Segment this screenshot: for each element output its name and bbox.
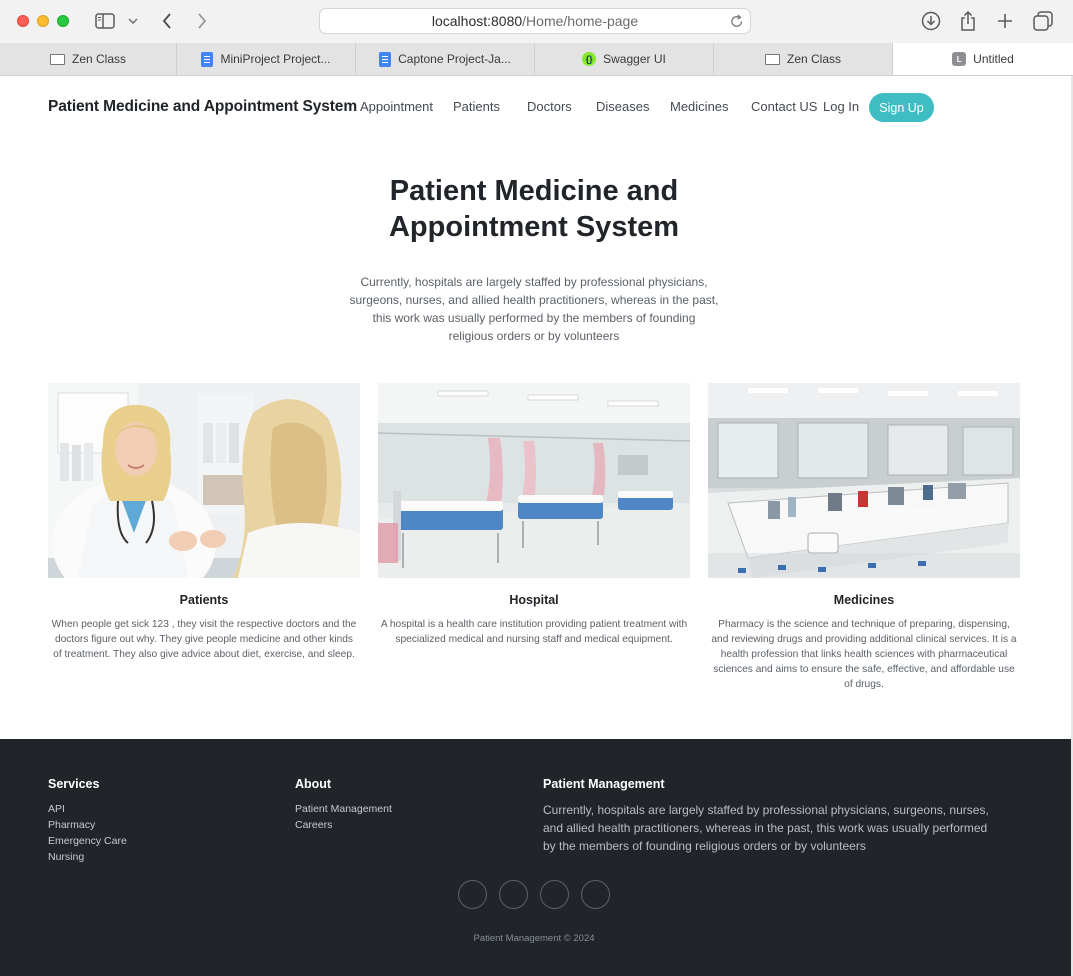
google-docs-icon xyxy=(379,51,392,67)
social-links xyxy=(458,880,610,909)
back-arrow-icon[interactable] xyxy=(158,11,176,31)
copyright-text: Patient Management © 2024 xyxy=(473,933,595,944)
tab-label: MiniProject Project... xyxy=(220,52,331,66)
tab-captone-project[interactable]: Captone Project-Ja... xyxy=(356,43,535,75)
nav-link-patients[interactable]: Patients xyxy=(453,99,527,114)
url-path: /Home/home-page xyxy=(522,13,639,29)
card-title-patients: Patients xyxy=(179,593,229,607)
card-text-hospital: A hospital is a health care institution … xyxy=(380,619,688,645)
footer-about-heading: About xyxy=(295,777,332,791)
hero-description: Currently, hospitals are largely staffed… xyxy=(349,275,719,343)
downloads-icon[interactable] xyxy=(920,11,942,31)
card-watermark: gettyimages xyxy=(898,506,941,515)
card-text-medicines: Pharmacy is the science and technique of… xyxy=(711,619,1017,690)
tab-label: Zen Class xyxy=(71,52,127,66)
footer-link-emergency-care[interactable]: Emergency Care xyxy=(48,833,127,849)
footer-services: Services API Pharmacy Emergency Care Nur… xyxy=(48,777,127,865)
tab-zen-class-2[interactable]: Zen Class xyxy=(714,43,893,75)
card-medicines: gettyimages Medicines Pharmacy is the sc… xyxy=(708,383,1020,692)
site-navbar: Patient Medicine and Appointment System … xyxy=(0,76,1071,140)
nav-link-diseases[interactable]: Diseases xyxy=(596,99,670,114)
social-icon-1[interactable] xyxy=(458,880,487,909)
letter-l-icon: L xyxy=(952,52,967,66)
footer-management-heading: Patient Management xyxy=(543,777,665,791)
zen-class-icon xyxy=(764,53,780,65)
card-text-patients: When people get sick 123 , they visit th… xyxy=(51,619,357,660)
google-docs-icon xyxy=(201,51,214,67)
tab-bar: Zen Class MiniProject Project... Captone… xyxy=(0,43,1073,76)
address-bar[interactable]: localhost:8080/Home/home-page xyxy=(319,8,751,34)
footer-link-patient-management[interactable]: Patient Management xyxy=(295,801,392,817)
footer-link-careers[interactable]: Careers xyxy=(295,817,392,833)
card-title-medicines: Medicines xyxy=(833,593,895,607)
share-icon[interactable] xyxy=(958,11,978,31)
card-hospital: Hospital A hospital is a health care ins… xyxy=(378,383,690,647)
zen-class-icon xyxy=(49,53,65,65)
login-link[interactable]: Log In xyxy=(823,99,859,114)
close-window-button[interactable] xyxy=(17,15,29,27)
tab-label: Captone Project-Ja... xyxy=(398,52,511,66)
tab-label: Swagger UI xyxy=(603,52,666,66)
footer-services-heading: Services xyxy=(48,777,100,791)
footer-management: Patient Management Currently, hospitals … xyxy=(543,777,1003,855)
footer-link-api[interactable]: API xyxy=(48,801,127,817)
social-icon-4[interactable] xyxy=(581,880,610,909)
tab-label: Untitled xyxy=(973,52,1014,66)
nav-link-appointment[interactable]: Appointment xyxy=(360,99,453,114)
web-page: Patient Medicine and Appointment System … xyxy=(0,76,1071,976)
tab-untitled[interactable]: L Untitled xyxy=(893,43,1073,75)
swagger-icon: {} xyxy=(582,52,597,66)
footer-about: About Patient Management Careers xyxy=(295,777,392,833)
site-footer: Services API Pharmacy Emergency Care Nur… xyxy=(0,739,1071,976)
nav-link-doctors[interactable]: Doctors xyxy=(527,99,596,114)
zoom-window-button[interactable] xyxy=(57,15,69,27)
hero-title-line-1: Patient Medicine and xyxy=(389,175,679,207)
minimize-window-button[interactable] xyxy=(37,15,49,27)
nav-link-contact-us[interactable]: Contact US xyxy=(751,99,817,114)
hospital-ward-photo xyxy=(378,383,690,578)
doctor-consultation-photo xyxy=(48,383,360,578)
tab-label: Zen Class xyxy=(786,52,842,66)
tab-zen-class-1[interactable]: Zen Class xyxy=(0,43,177,75)
forward-arrow-icon[interactable] xyxy=(193,11,211,31)
reload-icon[interactable] xyxy=(730,13,744,32)
card-title-hospital: Hospital xyxy=(509,593,559,607)
footer-link-nursing[interactable]: Nursing xyxy=(48,849,127,865)
social-icon-3[interactable] xyxy=(540,880,569,909)
url-host: localhost:8080 xyxy=(431,13,523,29)
hero-title: Patient Medicine and Appointment System xyxy=(0,173,1068,245)
nav-links: Appointment Patients Doctors Diseases Me… xyxy=(360,99,817,114)
browser-titlebar: localhost:8080/Home/home-page xyxy=(0,0,1073,43)
site-brand[interactable]: Patient Medicine and Appointment System xyxy=(48,98,357,116)
chevron-down-icon[interactable] xyxy=(127,11,139,31)
nav-link-medicines[interactable]: Medicines xyxy=(670,99,751,114)
signup-button[interactable]: Sign Up xyxy=(869,93,934,122)
footer-link-pharmacy[interactable]: Pharmacy xyxy=(48,817,127,833)
sidebar-toggle-icon[interactable] xyxy=(94,11,116,31)
social-icon-2[interactable] xyxy=(499,880,528,909)
pharmacy-laboratory-photo: gettyimages xyxy=(708,383,1020,578)
tab-swagger-ui[interactable]: {} Swagger UI xyxy=(535,43,714,75)
hero-title-line-2: Appointment System xyxy=(388,211,680,243)
tab-overview-icon[interactable] xyxy=(1032,11,1054,31)
card-patients: Patients When people get sick 123 , they… xyxy=(48,383,360,662)
new-tab-plus-icon[interactable] xyxy=(995,11,1015,31)
tab-miniproject[interactable]: MiniProject Project... xyxy=(177,43,356,75)
footer-management-text: Currently, hospitals are largely staffed… xyxy=(543,803,989,853)
